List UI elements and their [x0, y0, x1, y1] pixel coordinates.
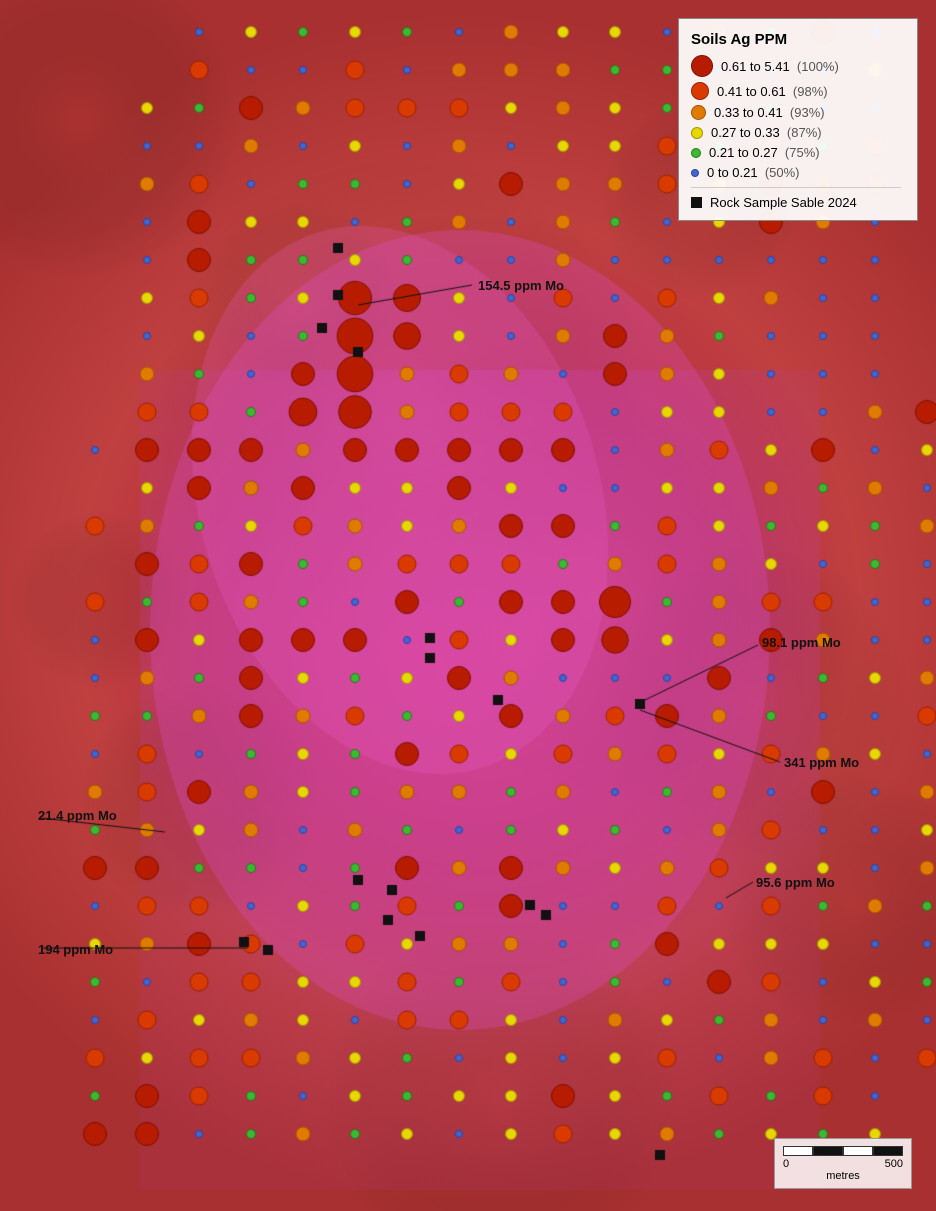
legend-items: 0.61 to 5.41 (100%) 0.41 to 0.61 (98%) 0.3…: [691, 55, 901, 180]
scalebar-label-left: 0: [783, 1158, 789, 1170]
scalebar-unit: metres: [783, 1170, 903, 1182]
legend-item: 0.21 to 0.27 (75%): [691, 145, 901, 160]
legend-range-text: 0 to 0.21 (50%): [707, 165, 800, 180]
legend-item: 0.61 to 5.41 (100%): [691, 55, 901, 77]
annotation-label: 154.5 ppm Mo: [478, 278, 564, 293]
scalebar-seg-black2: [873, 1146, 903, 1156]
legend-range-text: 0.21 to 0.27 (75%): [709, 145, 820, 160]
annotation-label: 21.4 ppm Mo: [38, 808, 117, 823]
legend-circle: [691, 127, 703, 139]
legend-box: Soils Ag PPM 0.61 to 5.41 (100%) 0.41 to …: [678, 18, 918, 221]
scalebar-bar: [783, 1146, 903, 1156]
scalebar-seg-white: [783, 1146, 813, 1156]
legend-item: 0.33 to 0.41 (93%): [691, 105, 901, 120]
legend-item: 0 to 0.21 (50%): [691, 165, 901, 180]
legend-range-text: 0.27 to 0.33 (87%): [711, 125, 822, 140]
legend-circle: [691, 82, 709, 100]
scalebar-labels: 0 500: [783, 1158, 903, 1170]
annotation-label: 341 ppm Mo: [784, 755, 859, 770]
scalebar-label-right: 500: [885, 1158, 903, 1170]
legend-range-text: 0.61 to 5.41 (100%): [721, 59, 839, 74]
legend-rock-item: Rock Sample Sable 2024: [691, 195, 901, 210]
annotation-label: 194 ppm Mo: [38, 942, 113, 957]
scalebar: 0 500 metres: [774, 1138, 912, 1189]
legend-range-text: 0.41 to 0.61 (98%): [717, 84, 828, 99]
legend-circle: [691, 55, 713, 77]
legend-circle: [691, 105, 706, 120]
rock-label: Rock Sample Sable 2024: [710, 195, 857, 210]
legend-range-text: 0.33 to 0.41 (93%): [714, 105, 825, 120]
rock-symbol: [691, 197, 702, 208]
legend-title: Soils Ag PPM: [691, 31, 901, 48]
legend-item: 0.41 to 0.61 (98%): [691, 82, 901, 100]
annotation-label: 98.1 ppm Mo: [762, 635, 841, 650]
legend-item: 0.27 to 0.33 (87%): [691, 125, 901, 140]
scalebar-seg-black: [813, 1146, 843, 1156]
legend-circle: [691, 148, 701, 158]
legend-circle: [691, 169, 699, 177]
map-container: Soils Ag PPM 0.61 to 5.41 (100%) 0.41 to …: [0, 0, 936, 1211]
scalebar-seg-white2: [843, 1146, 873, 1156]
annotation-label: 95.6 ppm Mo: [756, 875, 835, 890]
